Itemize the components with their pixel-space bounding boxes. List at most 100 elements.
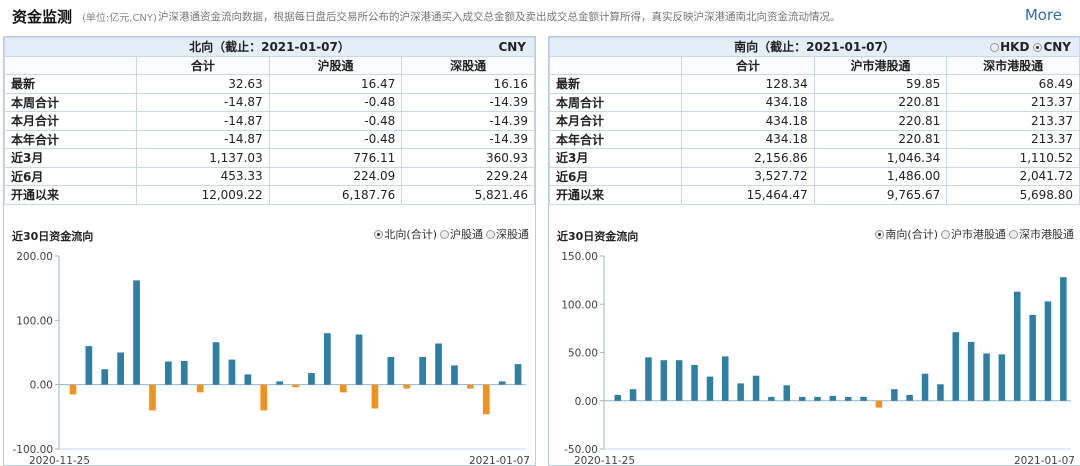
table-row: 开通以来 12,009.22 6,187.76 5,821.46 [4,185,535,205]
table-row: 近6月 3,527.72 1,486.00 2,041.72 [549,166,1080,186]
bar [403,384,411,389]
value-cell: 128.34 [681,74,815,94]
page-title: 资金监测 [12,8,73,26]
north-table: 北向（截止：2021-01-07） CNY 合计 沪股通 深股通 最新 32.63… [4,37,535,205]
table-row: 近3月 1,137.03 776.11 360.93 [4,148,535,168]
table-row: 最新 128.34 59.85 68.49 [549,74,1080,94]
bar [260,384,268,411]
y-tick-label: 0.00 [575,396,598,408]
bar [752,375,760,401]
north-col-sh: 沪股通 [268,55,403,75]
radio-selected-icon[interactable] [374,230,384,239]
radio-icon[interactable] [941,230,950,239]
table-row: 本月合计 434.18 220.81 213.37 [549,111,1080,131]
bar [937,384,944,401]
radio-selected-icon[interactable] [875,230,885,239]
value-cell: 220.81 [813,92,948,112]
south-title-cell: 南向（截止：2021-01-07） HKD CNY [549,37,1080,57]
legend-south-sh[interactable]: 沪市港股通 [941,228,1006,241]
row-label: 最新 [4,74,137,94]
radio-selected-icon[interactable] [1033,43,1043,52]
currency-option-cny[interactable]: CNY [1033,40,1071,54]
table-row: 近6月 453.33 224.09 229.24 [4,166,535,186]
value-cell: -0.48 [268,92,403,112]
bar [228,359,236,385]
x-tick-label-start: 2020-11-25 [574,455,635,466]
bar [85,346,93,385]
more-link[interactable]: More [1025,6,1062,24]
bar [482,384,490,415]
legend-label: 北向(合计) [384,228,437,241]
value-cell: 15,464.47 [681,185,815,205]
north-chart-legend: 北向(合计) 沪股通 深股通 [371,226,529,242]
radio-icon[interactable] [486,230,495,239]
legend-north-sz[interactable]: 深股通 [486,228,529,241]
south-col-sh: 沪市港股通 [813,55,948,75]
legend-label: 深市港股通 [1019,228,1074,241]
bar [952,332,959,401]
south-header-empty [549,55,682,75]
value-cell: 2,041.72 [946,166,1080,186]
bar [691,365,698,401]
south-bar-chart: 150.00100.0050.000.00-50.002020-11-25 202… [561,251,1075,466]
bar [722,356,729,401]
value-cell: 32.63 [136,74,270,94]
table-row: 本年合计 -14.87 -0.48 -14.39 [4,129,535,149]
x-tick-label-end: 2021-01-07 [1014,455,1075,466]
value-cell: 59.85 [813,74,948,94]
bar [675,360,683,401]
bar [498,381,506,385]
bar [69,384,77,395]
value-cell: 1,046.34 [813,148,948,168]
bar [1029,314,1036,401]
currency-option-hkd[interactable]: HKD [990,40,1029,54]
bar [324,333,331,385]
value-cell: 776.11 [268,148,403,168]
table-row: 近3月 2,156.86 1,046.34 1,110.52 [549,148,1080,168]
radio-icon[interactable] [440,230,449,239]
value-cell: -0.48 [268,129,403,149]
bar [355,334,363,385]
bar [737,383,744,401]
value-cell: 434.18 [681,111,815,131]
value-cell: 12,009.22 [136,185,270,205]
y-tick-label: 150.00 [561,251,598,263]
bar [435,343,442,385]
bar [645,357,652,401]
value-cell: 6,187.76 [268,185,403,205]
value-cell: 434.18 [681,129,815,149]
page-header: 资金监测 (单位:亿元,CNY) 沪深港通资金流向数据，根据每日盘后交易所公布的… [0,0,1080,32]
bar [165,361,172,385]
y-tick-label: 0.00 [30,380,53,392]
south-col-total: 合计 [681,55,815,75]
legend-north-sh[interactable]: 沪股通 [440,228,483,241]
bar [308,373,315,385]
bar [339,384,347,393]
currency-label: CNY [1043,40,1071,54]
bar [660,360,668,401]
value-cell: 229.24 [401,166,535,186]
value-cell: -14.39 [401,92,535,112]
bar [814,396,821,401]
bar [967,341,975,401]
bar [891,389,898,401]
legend-south-sz[interactable]: 深市港股通 [1009,228,1074,241]
south-col-sz: 深市港股通 [946,55,1080,75]
value-cell: 3,527.72 [681,166,815,186]
bar [921,373,929,401]
value-cell: 1,137.03 [136,148,270,168]
bar [783,385,790,401]
value-cell: -14.39 [401,129,535,149]
south-title-row: 南向（截止：2021-01-07） HKD CNY [549,37,1080,57]
radio-icon[interactable] [1009,230,1018,239]
bar [101,369,109,385]
radio-icon[interactable] [990,43,1000,52]
legend-north-total[interactable]: 北向(合计) [374,228,437,241]
row-label: 近3月 [549,148,682,168]
south-header-row: 合计 沪市港股通 深市港股通 [549,55,1080,75]
value-cell: 5,821.46 [401,185,535,205]
legend-south-total[interactable]: 南向(合计) [875,228,938,241]
row-label: 本周合计 [549,92,682,112]
north-panel: 北向（截止：2021-01-07） CNY 合计 沪股通 深股通 最新 32.63… [3,36,536,466]
y-tick-label: 50.00 [568,348,598,360]
